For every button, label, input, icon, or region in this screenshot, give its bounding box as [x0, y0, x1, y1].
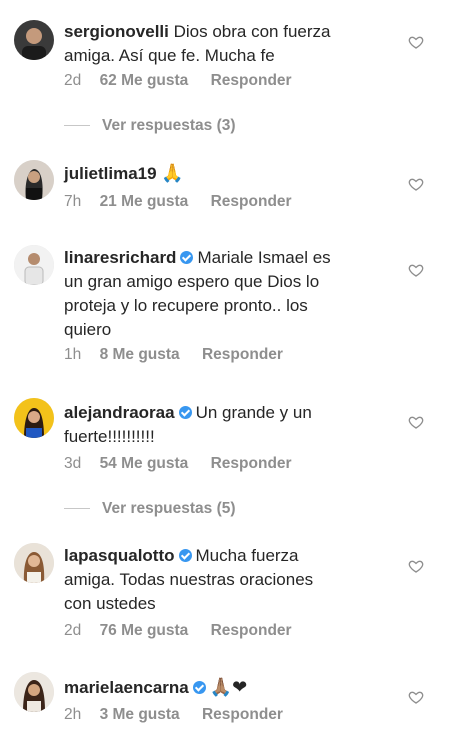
- likes-count[interactable]: 21 Me gusta: [100, 193, 189, 211]
- reply-button[interactable]: Responder: [202, 706, 283, 724]
- avatar-alejandraoraa[interactable]: [14, 398, 54, 438]
- timestamp: 7h: [64, 193, 82, 210]
- likes-count[interactable]: 54 Me gusta: [100, 455, 189, 473]
- username[interactable]: julietlima19: [64, 164, 157, 183]
- comment-meta: 2d 76 Me gusta Responder: [64, 622, 292, 640]
- comment-text-line: Un grande y un: [195, 403, 312, 422]
- view-replies-button[interactable]: Ver respuestas (5): [64, 500, 236, 518]
- view-replies-label: Ver respuestas (3): [102, 117, 236, 134]
- username[interactable]: alejandraoraa: [64, 403, 175, 422]
- avatar-julietlima19[interactable]: [14, 160, 54, 200]
- username[interactable]: marielaencarna: [64, 678, 189, 697]
- avatar-sergionovelli[interactable]: [14, 20, 54, 60]
- reply-button[interactable]: Responder: [211, 193, 292, 211]
- heart-outline-icon[interactable]: [408, 34, 424, 50]
- avatar-linaresrichard[interactable]: [14, 245, 54, 285]
- verified-badge-icon: [180, 251, 194, 265]
- heart-outline-icon[interactable]: [408, 558, 424, 574]
- heart-outline-icon[interactable]: [408, 176, 424, 192]
- comment-meta: 2d 62 Me gusta Responder: [64, 72, 292, 90]
- timestamp: 3d: [64, 455, 82, 472]
- comment-text-line: un gran amigo espero que Dios lo: [64, 272, 320, 291]
- likes-count[interactable]: 8 Me gusta: [100, 346, 180, 364]
- view-replies-button[interactable]: Ver respuestas (3): [64, 117, 236, 135]
- heart-outline-icon[interactable]: [408, 414, 424, 430]
- comment-text-line: amiga. Todas nuestras oraciones: [64, 570, 314, 589]
- comment-body: sergionovelli Dios obra con fuerza amiga…: [64, 20, 394, 68]
- heart-outline-icon[interactable]: [408, 689, 424, 705]
- comment-body: linaresrichard Mariale Ismael es un gran …: [64, 246, 394, 342]
- verified-badge-icon: [178, 549, 192, 563]
- likes-count[interactable]: 62 Me gusta: [100, 72, 189, 90]
- comment-text-line: proteja y lo recupere pronto.. los: [64, 296, 308, 315]
- comment-body: lapasqualotto Mucha fuerza amiga. Todas n…: [64, 544, 394, 616]
- username[interactable]: linaresrichard: [64, 248, 176, 267]
- comment-meta: 2h 3 Me gusta Responder: [64, 706, 283, 724]
- reply-button[interactable]: Responder: [211, 455, 292, 473]
- heart-outline-icon[interactable]: [408, 262, 424, 278]
- comment-body: marielaencarna 🙏🏽❤: [64, 675, 394, 700]
- reply-button[interactable]: Responder: [211, 622, 292, 640]
- likes-count[interactable]: 76 Me gusta: [100, 622, 189, 640]
- avatar-marielaencarna[interactable]: [14, 672, 54, 712]
- comment-text-line: Dios obra con fuerza: [173, 22, 331, 41]
- verified-badge-icon: [178, 406, 192, 420]
- comment-text-line: Mucha fuerza: [195, 546, 299, 565]
- comment-meta: 1h 8 Me gusta Responder: [64, 346, 283, 364]
- timestamp: 1h: [64, 346, 82, 363]
- comment-text-line: 🙏: [161, 163, 184, 183]
- comment-body: julietlima19 🙏: [64, 161, 394, 186]
- comment-meta: 7h 21 Me gusta Responder: [64, 193, 292, 211]
- replies-divider: [64, 125, 90, 127]
- comment-text-line: fuerte!!!!!!!!!!: [64, 427, 155, 446]
- replies-divider: [64, 508, 90, 510]
- timestamp: 2h: [64, 706, 82, 723]
- comment-text-line: quiero: [64, 320, 112, 339]
- comment-text-line: amiga. Así que fe. Mucha fe: [64, 46, 275, 65]
- likes-count[interactable]: 3 Me gusta: [100, 706, 180, 724]
- username[interactable]: lapasqualotto: [64, 546, 175, 565]
- comment-meta: 3d 54 Me gusta Responder: [64, 455, 292, 473]
- avatar-lapasqualotto[interactable]: [14, 543, 54, 583]
- reply-button[interactable]: Responder: [211, 72, 292, 90]
- comment-text-line: 🙏🏽❤: [209, 677, 248, 697]
- comment-text-line: con ustedes: [64, 594, 156, 613]
- comment-text-line: Mariale Ismael es: [197, 248, 331, 267]
- timestamp: 2d: [64, 622, 82, 639]
- username[interactable]: sergionovelli: [64, 22, 169, 41]
- verified-badge-icon: [192, 681, 206, 695]
- comment-body: alejandraoraa Un grande y un fuerte!!!!!!…: [64, 401, 394, 449]
- view-replies-label: Ver respuestas (5): [102, 500, 236, 517]
- timestamp: 2d: [64, 72, 82, 89]
- reply-button[interactable]: Responder: [202, 346, 283, 364]
